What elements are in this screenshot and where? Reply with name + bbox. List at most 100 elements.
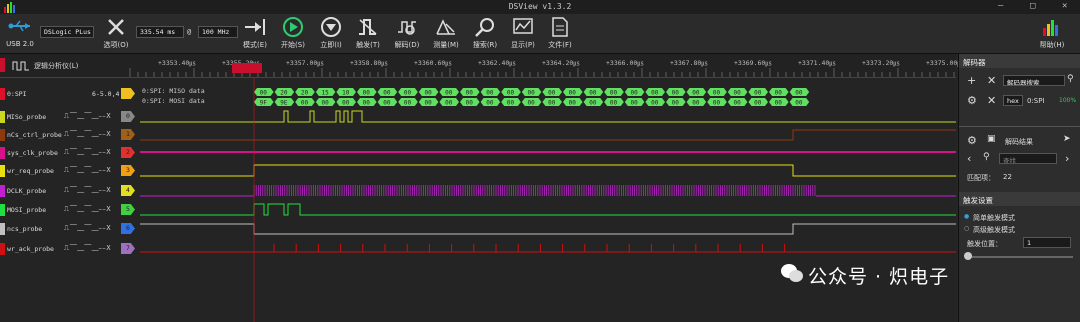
sample-rate-select[interactable]: 100 MHz xyxy=(198,26,238,38)
gear-icon[interactable]: ⚙ xyxy=(967,94,977,107)
usb-status: USB 2.0 xyxy=(4,16,36,48)
channel-row[interactable]: nCs_ctrl_probe ⎍⎺⎽⎺⎽⎯⎯X 1 xyxy=(0,126,956,144)
result-row: ⚙ ▣ 解码结果 ➤ xyxy=(959,132,1080,150)
trigger-position-marker[interactable] xyxy=(232,63,262,73)
help-logo-icon xyxy=(1043,20,1058,36)
help-label: 帮助(H) xyxy=(1039,41,1065,49)
trigger-select-icons[interactable]: ⎍⎺⎽⎺⎽⎯⎯X xyxy=(64,224,112,233)
slider-handle[interactable] xyxy=(964,252,972,260)
gear-icon[interactable]: ⚙ xyxy=(967,134,977,147)
trigger-select-icons[interactable]: ⎍⎺⎽⎺⎽⎯⎯X xyxy=(64,112,112,121)
close-button[interactable]: ✕ xyxy=(1062,1,1067,11)
remove-decoder-icon[interactable]: ✕ xyxy=(987,94,996,107)
wrench-icon xyxy=(108,19,124,35)
chevron-left-icon[interactable]: ‹ xyxy=(967,152,971,165)
channel-index-badge[interactable]: 3 xyxy=(121,165,135,176)
ruler-grid xyxy=(129,68,955,77)
add-icon[interactable]: + xyxy=(967,74,976,87)
channel-name: nCs_ctrl_probe xyxy=(7,131,62,139)
channel-color-marker[interactable] xyxy=(0,223,5,235)
channel-index-badge[interactable]: 7 xyxy=(121,243,135,254)
window-title: DSView v1.3.2 xyxy=(508,2,572,11)
device-select[interactable]: DSLogic PLus xyxy=(40,26,94,38)
search-icon[interactable]: ⚲ xyxy=(1067,74,1074,84)
channel-index-badge[interactable]: 5 xyxy=(121,204,135,215)
decode-button[interactable]: 解码(D) xyxy=(392,16,422,50)
decoder-name: 0:SPI xyxy=(1027,97,1045,105)
play-icon xyxy=(283,17,303,37)
channel-row[interactable]: DCLK_probe ⎍⎺⎽⎺⎽⎯⎯X 4 xyxy=(0,182,956,200)
channel-color-marker[interactable] xyxy=(0,243,5,255)
channel-color-marker[interactable] xyxy=(0,204,5,216)
channel-color-marker[interactable] xyxy=(0,129,5,141)
help-button[interactable]: 帮助(H) xyxy=(1036,16,1068,50)
instant-button[interactable]: 立即(I) xyxy=(315,16,347,50)
trigger-select-icons[interactable]: ⎍⎺⎽⎺⎽⎯⎯X xyxy=(64,244,112,253)
save-icon[interactable]: ▣ xyxy=(987,134,996,144)
logic-analyzer-label: 逻辑分析仪(L) xyxy=(34,62,79,70)
channel-color-marker[interactable] xyxy=(0,147,5,159)
search-icon: ⚲ xyxy=(983,152,990,162)
channel-name: ncs_probe xyxy=(7,225,43,233)
channel-color-marker[interactable] xyxy=(0,185,5,197)
channel-row[interactable]: ncs_probe ⎍⎺⎽⎺⎽⎯⎯X 6 xyxy=(0,220,956,238)
trigger-position-slider[interactable] xyxy=(967,256,1073,258)
search-label: 搜索(R) xyxy=(472,41,498,49)
decode-icon xyxy=(398,21,416,35)
channel-name: wr_ack_probe xyxy=(7,245,54,253)
channel-index-badge[interactable]: 1 xyxy=(121,129,135,140)
chevron-right-icon[interactable]: › xyxy=(1065,152,1069,165)
trigger-select-icons[interactable]: ⎍⎺⎽⎺⎽⎯⎯X xyxy=(64,148,112,157)
channel-row[interactable]: wr_ack_probe ⎍⎺⎽⎺⎽⎯⎯X 7 xyxy=(0,240,956,258)
sample-time-select[interactable]: 335.54 ms xyxy=(136,26,184,38)
channel-color-marker[interactable] xyxy=(0,111,5,123)
trigger-button[interactable]: 触发(T) xyxy=(353,16,383,50)
channel-index-badge[interactable]: 4 xyxy=(121,185,135,196)
arrow-right-bar-icon xyxy=(245,19,265,35)
measure-label: 测量(M) xyxy=(433,41,459,49)
jump-icon[interactable]: ➤ xyxy=(1063,134,1071,144)
trigger-select-icons[interactable]: ⎍⎺⎽⎺⎽⎯⎯X xyxy=(64,205,112,214)
channel-row[interactable]: MOSI_probe ⎍⎺⎽⎺⎽⎯⎯X 5 xyxy=(0,201,956,219)
file-label: 文件(F) xyxy=(548,41,572,49)
channel-color-marker[interactable] xyxy=(0,88,5,100)
trigger-select-icons[interactable]: ⎍⎺⎽⎺⎽⎯⎯X xyxy=(64,130,112,139)
search-button[interactable]: 搜索(R) xyxy=(469,16,501,50)
channel-index-badge[interactable]: 0 xyxy=(121,111,135,122)
channel-name: wr_req_probe xyxy=(7,167,54,175)
channel-index-badge[interactable]: 6 xyxy=(121,223,135,234)
channel-color-marker[interactable] xyxy=(0,165,5,177)
channel-name: MOSI_probe xyxy=(7,206,47,214)
close-icon[interactable]: ✕ xyxy=(987,74,996,87)
file-button[interactable]: 文件(F) xyxy=(544,16,576,50)
channel-name: sys_clk_probe xyxy=(7,149,58,157)
maximize-button[interactable]: □ xyxy=(1030,1,1035,11)
radio-unselected-icon[interactable]: ○ xyxy=(964,225,969,232)
measure-button[interactable]: 测量(M) xyxy=(430,16,462,50)
measure-icon xyxy=(436,19,455,35)
usb-label: USB 2.0 xyxy=(6,40,34,48)
trigger-icon xyxy=(359,19,377,35)
minimize-button[interactable]: — xyxy=(998,1,1003,11)
channel-row[interactable]: wr_req_probe ⎍⎺⎽⎺⎽⎯⎯X 3 xyxy=(0,162,956,180)
trigger-select-icons[interactable]: ⎍⎺⎽⎺⎽⎯⎯X xyxy=(64,166,112,175)
radio-selected-icon[interactable]: ● xyxy=(964,213,969,220)
display-button[interactable]: 显示(P) xyxy=(507,16,539,50)
mode-button[interactable]: 模式(E) xyxy=(240,16,270,50)
channel-index-badge[interactable] xyxy=(121,88,135,99)
decoder-format-select[interactable]: hex xyxy=(1003,95,1023,106)
result-search-input[interactable]: 查找 xyxy=(999,153,1057,164)
logic-wave-icon xyxy=(12,61,29,71)
main-toolbar: USB 2.0 DSLogic PLus 选项(O) 335.54 ms @ 1… xyxy=(0,14,1080,54)
trigger-select-icons[interactable]: ⎍⎺⎽⎺⎽⎯⎯X xyxy=(64,186,112,195)
start-button[interactable]: 开始(S) xyxy=(278,16,308,50)
channel-row[interactable]: sys_clk_probe ⎍⎺⎽⎺⎽⎯⎯X 2 xyxy=(0,144,956,162)
trigger-position-label: 触发位置： xyxy=(967,240,1002,248)
channel-index-badge[interactable]: 2 xyxy=(121,147,135,158)
channel-row[interactable]: MISo_probe ⎍⎺⎽⎺⎽⎯⎯X 0 xyxy=(0,108,956,126)
decoder-search-input[interactable]: 解码器搜索 xyxy=(1003,75,1065,86)
trigger-position-input[interactable]: 1 xyxy=(1023,237,1071,248)
usb-icon xyxy=(8,20,30,32)
time-ruler[interactable]: +3353.40㎲+3355.20㎲+3357.00㎲+3358.80㎲+336… xyxy=(0,54,964,78)
options-button[interactable]: 选项(O) xyxy=(100,16,132,50)
